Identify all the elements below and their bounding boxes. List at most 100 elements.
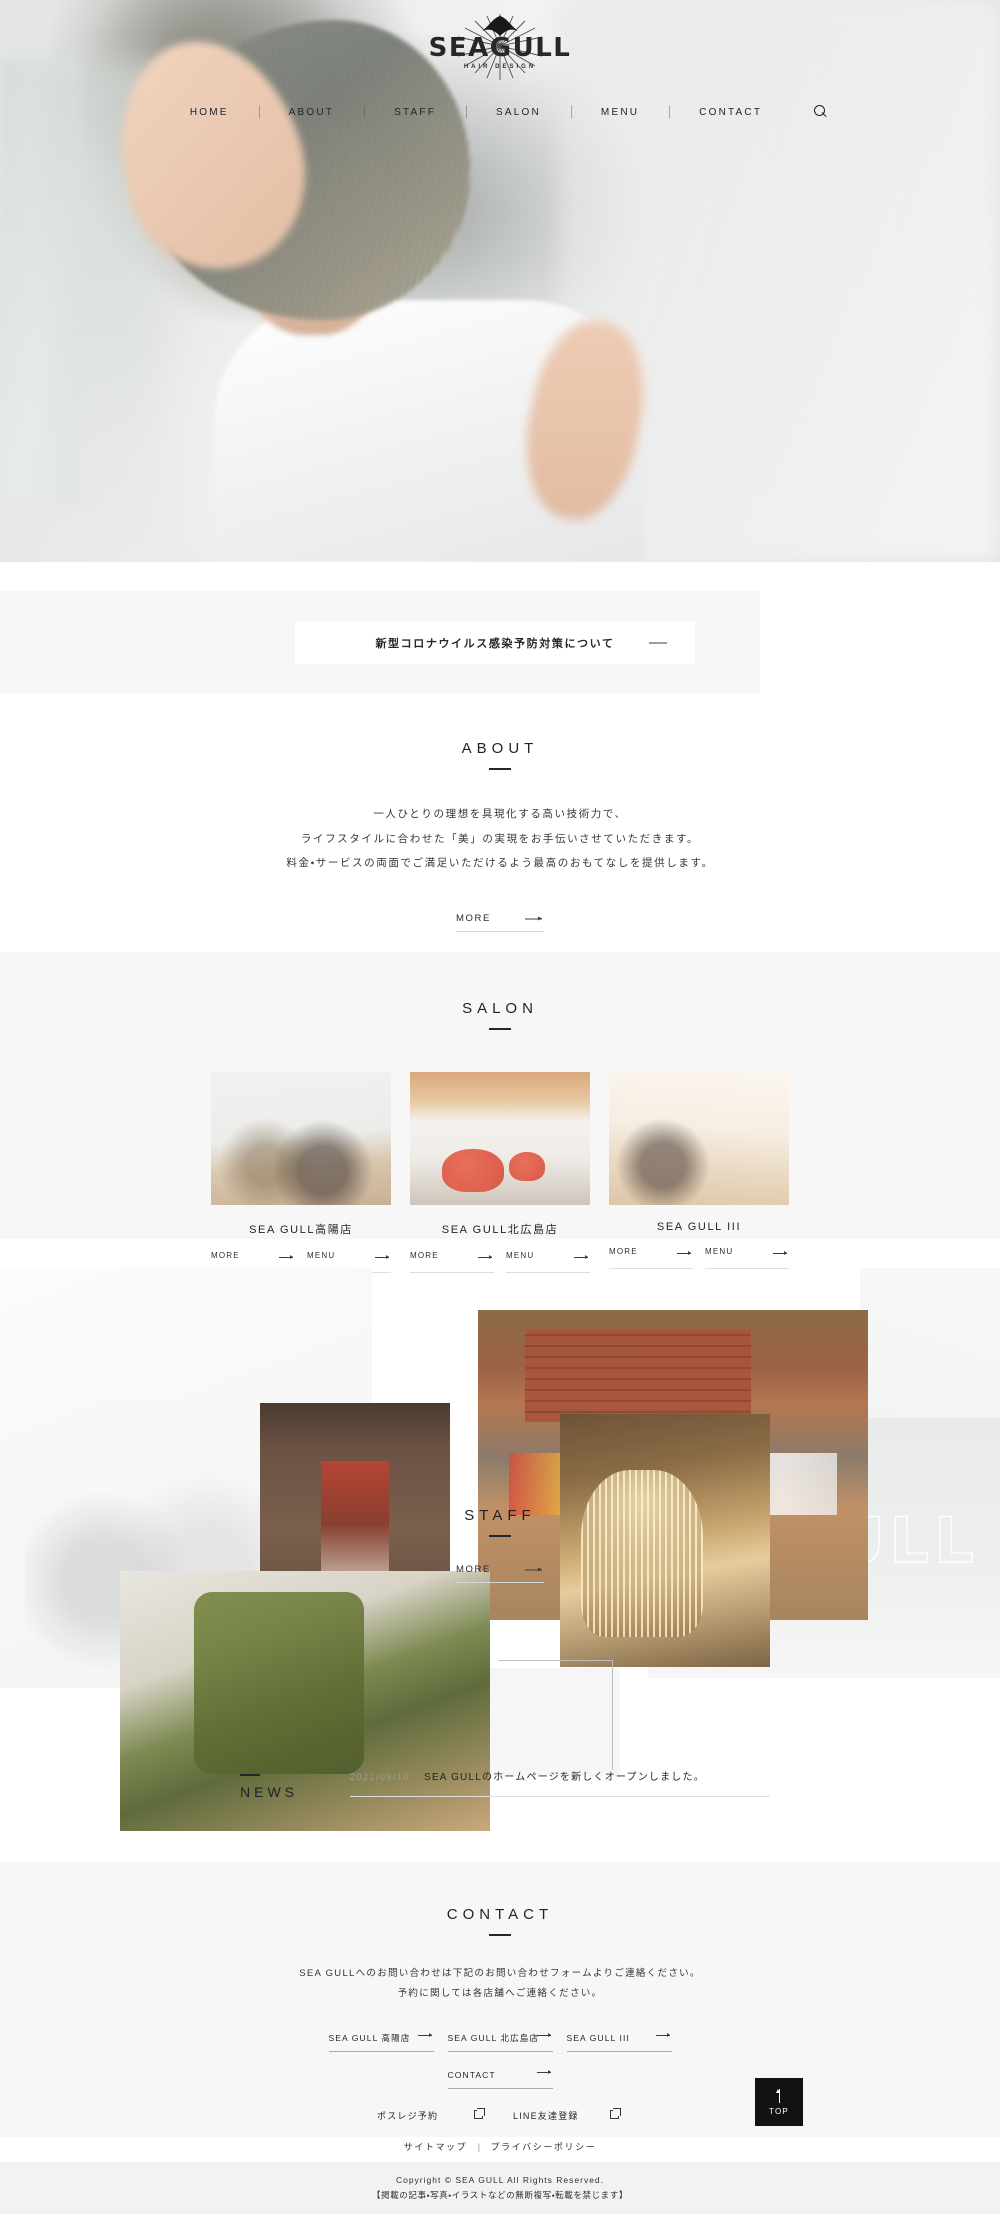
about-line-3: 料金・サービスの両面でご満足いただけるよう最高のおもてなしを提供します。 [286,857,714,870]
title-rule [489,1028,511,1030]
nav-item-home[interactable]: HOME [160,107,259,118]
contact-link-label: SEA GULL 高陽店 [328,2032,411,2043]
contact-link-koyo[interactable]: SEA GULL 高陽店 [328,2028,434,2052]
news-item-date: 2021/06/10 [350,1772,411,1782]
salon-more-label: MORE [410,1251,439,1260]
contact-desc-line-2: 予約に関しては各店舗へご連絡ください。 [397,1987,603,1999]
arrow-right-icon [649,642,667,643]
nav-item-staff[interactable]: STAFF [364,107,466,118]
arrow-right-icon [773,1251,787,1255]
main-navigation: HOME ABOUT STAFF SALON MENU CONTACT [0,102,1000,122]
salon-card-grid: SEA GULL高陽店 MORE MENU SEA GULL北広島店 MORE … [0,1072,1000,1273]
contact-link-kitahiroshima[interactable]: SEA GULL 北広島店 [447,2028,553,2052]
staff-title-block: STAFF MORE [452,1507,548,1583]
salon-menu-label: MENU [307,1251,336,1260]
salon-photo[interactable] [211,1072,391,1205]
contact-desc-line-1: SEA GULLへのお問い合わせは下記のお問い合わせフォームよりご連絡ください。 [299,1968,701,1979]
arrow-right-icon [536,2032,551,2037]
arrow-right-icon [375,1255,389,1259]
salon-section: SALON SEA GULL高陽店 MORE MENU SEA GULL北広島店… [0,952,1000,1273]
arrow-right-icon [536,2069,551,2074]
contact-form-link[interactable]: CONTACT [447,2065,553,2089]
salon-photo[interactable] [410,1072,590,1205]
staff-more-label: MORE [456,1564,491,1575]
nav-item-salon[interactable]: SALON [466,107,571,118]
covid-notice-label: 新型コロナウイルス感染予防対策について [375,637,615,650]
salon-card-name: SEA GULL高陽店 [249,1224,353,1236]
about-body: 一人ひとりの理想を具現化する高い技術力で、 ライフスタイルに合わせた「美」の実現… [0,802,1000,876]
contact-title-block: CONTACT [0,1862,1000,1936]
collage-photo-chandelier[interactable] [560,1414,770,1667]
salon-card-kitahiroshima: SEA GULL北広島店 MORE MENU [410,1072,590,1273]
about-more-link[interactable]: MORE [456,906,544,933]
copyright-band: Copyright © SEA GULL All Rights Reserved… [0,2162,1000,2214]
salon-more-label: MORE [609,1247,638,1256]
logo-sunburst: SEAGULL HAIR DESIGN [425,8,575,86]
covid-notice-button[interactable]: 新型コロナウイルス感染予防対策について [295,621,695,664]
about-line-2: ライフスタイルに合わせた「美」の実現をお手伝いさせていただきます。 [300,832,700,845]
news-heading: NEWS [230,1768,350,1800]
footer-sitemap-link[interactable]: サイトマップ [404,2142,468,2152]
footer-privacy-link[interactable]: プライバシーポリシー [491,2142,597,2152]
salon-menu-label: MENU [506,1251,535,1260]
about-more-wrap: MORE [0,906,1000,933]
arrow-right-icon [655,2032,670,2037]
salon-card-koyo: SEA GULL高陽店 MORE MENU [211,1072,391,1273]
contact-link-iii[interactable]: SEA GULL III [566,2028,672,2052]
title-rule [489,1535,511,1537]
news-item-title: SEA GULLのホームページを新しくオープンしました。 [424,1772,705,1783]
contact-title: CONTACT [446,1906,554,1923]
footer-links: サイトマップ | プライバシーポリシー [0,2137,1000,2155]
salon-menu-label: MENU [705,1247,734,1256]
title-rule [489,1934,511,1936]
salon-card-name: SEA GULL III [656,1221,742,1233]
contact-shop-row: SEA GULL 高陽店 SEA GULL 北広島店 SEA GULL III [0,2028,1000,2052]
nav-item-about[interactable]: ABOUT [259,107,364,118]
about-section: ABOUT 一人ひとりの理想を具現化する高い技術力で、 ライフスタイルに合わせた… [0,740,1000,933]
copyright-line-1: Copyright © SEA GULL All Rights Reserved… [395,2175,605,2185]
title-rule [489,768,511,770]
arrow-up-icon [776,2088,781,2103]
posregi-reservation-link[interactable]: ポスレジ予約 [377,2105,487,2127]
salon-more-label: MORE [211,1251,240,1260]
about-line-1: 一人ひとりの理想を具現化する高い技術力で、 [373,808,627,820]
arrow-right-icon [417,2032,432,2037]
news-item[interactable]: 2021/06/10 SEA GULLのホームページを新しくオープンしました。 [350,1768,770,1797]
external-link-icon [474,2107,485,2119]
arrow-right-icon [525,916,542,921]
contact-section: CONTACT SEA GULLへのお問い合わせは下記のお問い合わせフォームより… [0,1862,1000,2127]
search-icon[interactable] [810,102,840,122]
site-logo[interactable]: SEAGULL HAIR DESIGN [425,8,575,86]
salon-card-iii: SEA GULL III MORE MENU [609,1072,789,1273]
salon-card-name: SEA GULL北広島店 [441,1224,559,1236]
nav-item-menu[interactable]: MENU [571,107,669,118]
nav-item-contact[interactable]: CONTACT [669,107,792,118]
posregi-label: ポスレジ予約 [377,2111,439,2122]
line-friend-label: LINE友達登録 [513,2111,579,2122]
contact-description: SEA GULLへのお問い合わせは下記のお問い合わせフォームよりご連絡ください。… [0,1964,1000,2004]
contact-external-row: ポスレジ予約 LINE友達登録 [0,2105,1000,2127]
about-more-label: MORE [456,913,491,925]
collage-outline-decor [498,1660,613,1770]
about-title: ABOUT [461,740,539,757]
salon-more-link[interactable]: MORE [609,1247,693,1269]
salon-title-block: SALON [0,952,1000,1030]
logo-tagline: HAIR DESIGN [463,64,537,70]
staff-more-wrap: MORE [452,1557,548,1583]
scroll-to-top-label: TOP [769,2106,789,2116]
salon-menu-link[interactable]: MENU [705,1247,789,1269]
contact-form-label: CONTACT [447,2069,496,2080]
footer-separator: | [477,2142,481,2152]
page-root: SEAGULL HAIR DESIGN HOME ABOUT STAFF SAL… [0,0,1000,2214]
contact-link-label: SEA GULL 北広島店 [447,2032,539,2043]
copyright-line-2: 【掲載の記事・写真・イラストなどの無断複写・転載を禁じます】 [371,2190,628,2200]
logo-wordmark: SEAGULL [428,33,572,63]
scroll-to-top-button[interactable]: TOP [755,2078,803,2126]
salon-title: SALON [462,1000,538,1017]
staff-more-link[interactable]: MORE [456,1557,544,1583]
news-section: NEWS 2021/06/10 SEA GULLのホームページを新しくオープンし… [0,1768,1000,1800]
line-friend-link[interactable]: LINE友達登録 [513,2105,623,2127]
contact-form-row: CONTACT [0,2065,1000,2089]
news-rule [240,1774,260,1776]
salon-photo[interactable] [609,1072,789,1205]
